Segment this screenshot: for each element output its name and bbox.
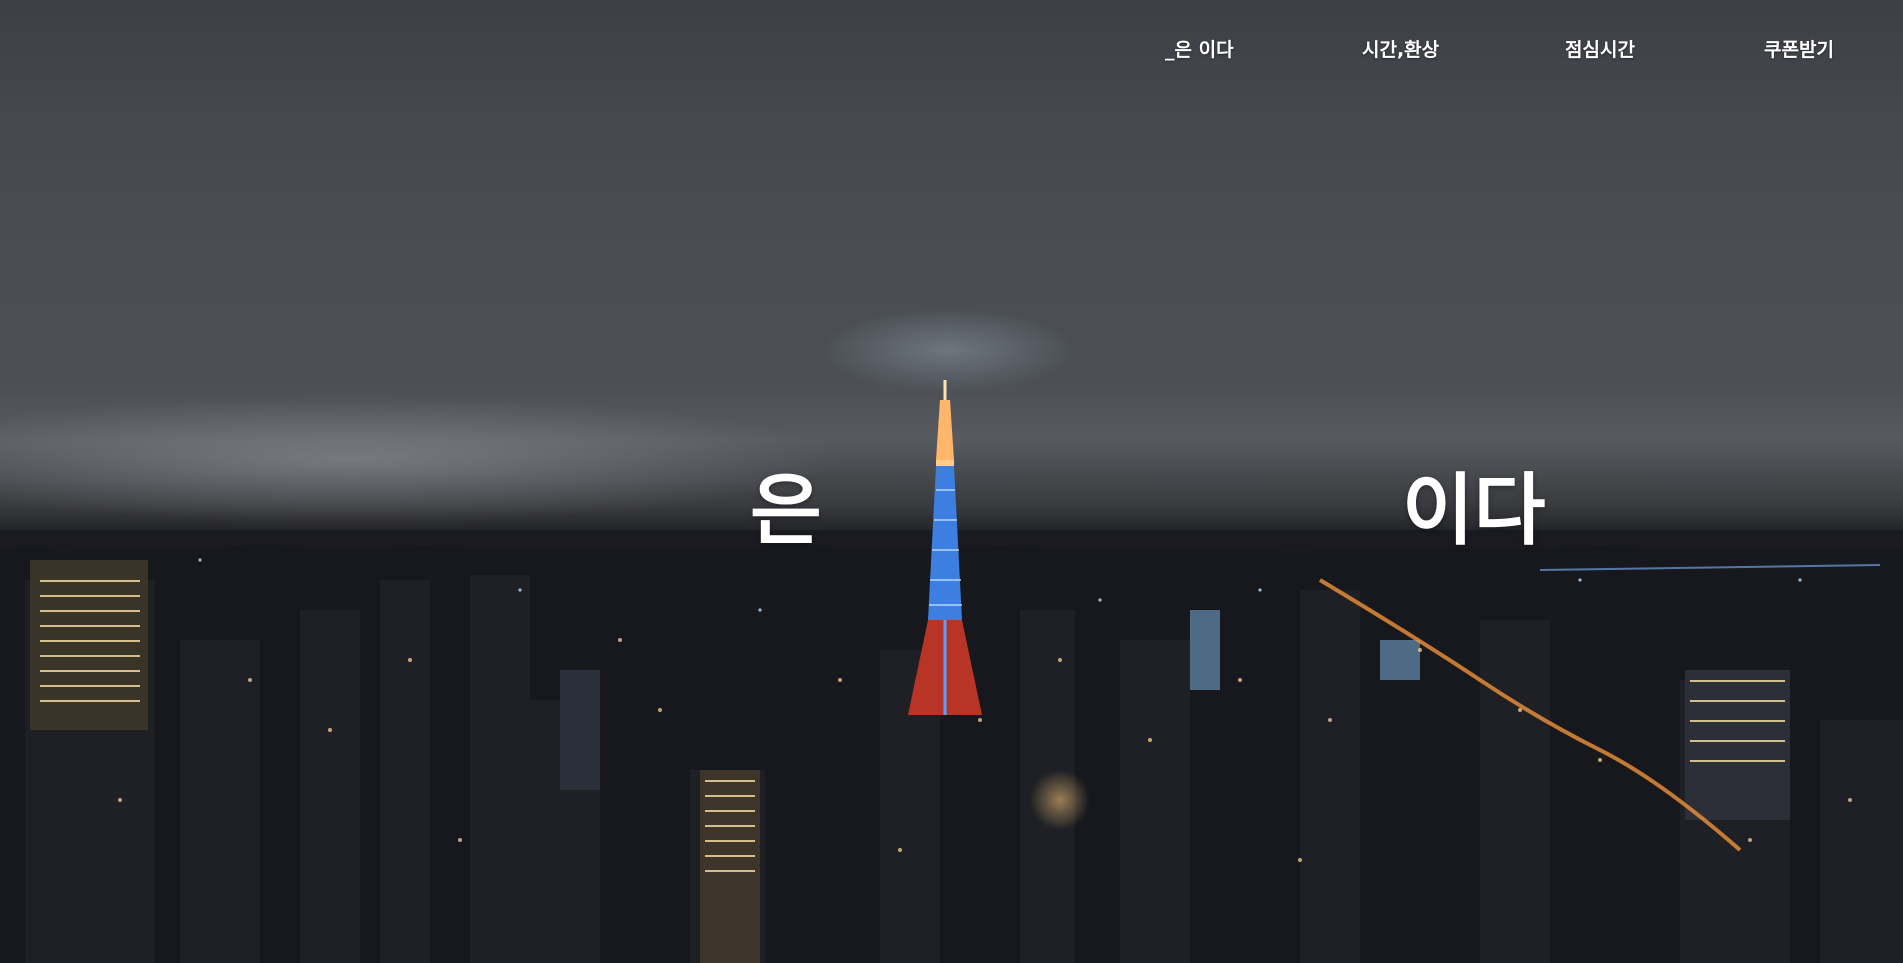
nav-item-time-fantasy[interactable]: 시간,환상 bbox=[1362, 38, 1439, 62]
landing-page: _은 이다 시간,환상 점심시간 쿠폰받기 은 이다 bbox=[0, 0, 1903, 963]
hero-word-left: 은 bbox=[750, 466, 822, 556]
nav-item-get-coupon[interactable]: 쿠폰받기 bbox=[1764, 38, 1834, 62]
city-skyline-illustration bbox=[0, 380, 1903, 963]
hero-word-right: 이다 bbox=[1402, 466, 1546, 556]
nav-item-lunch-time[interactable]: 점심시간 bbox=[1565, 38, 1635, 62]
hero-background-image bbox=[0, 0, 1903, 963]
top-navigation: _은 이다 시간,환상 점심시간 쿠폰받기 bbox=[0, 38, 1903, 62]
nav-item-home[interactable]: _은 이다 bbox=[1165, 38, 1234, 62]
